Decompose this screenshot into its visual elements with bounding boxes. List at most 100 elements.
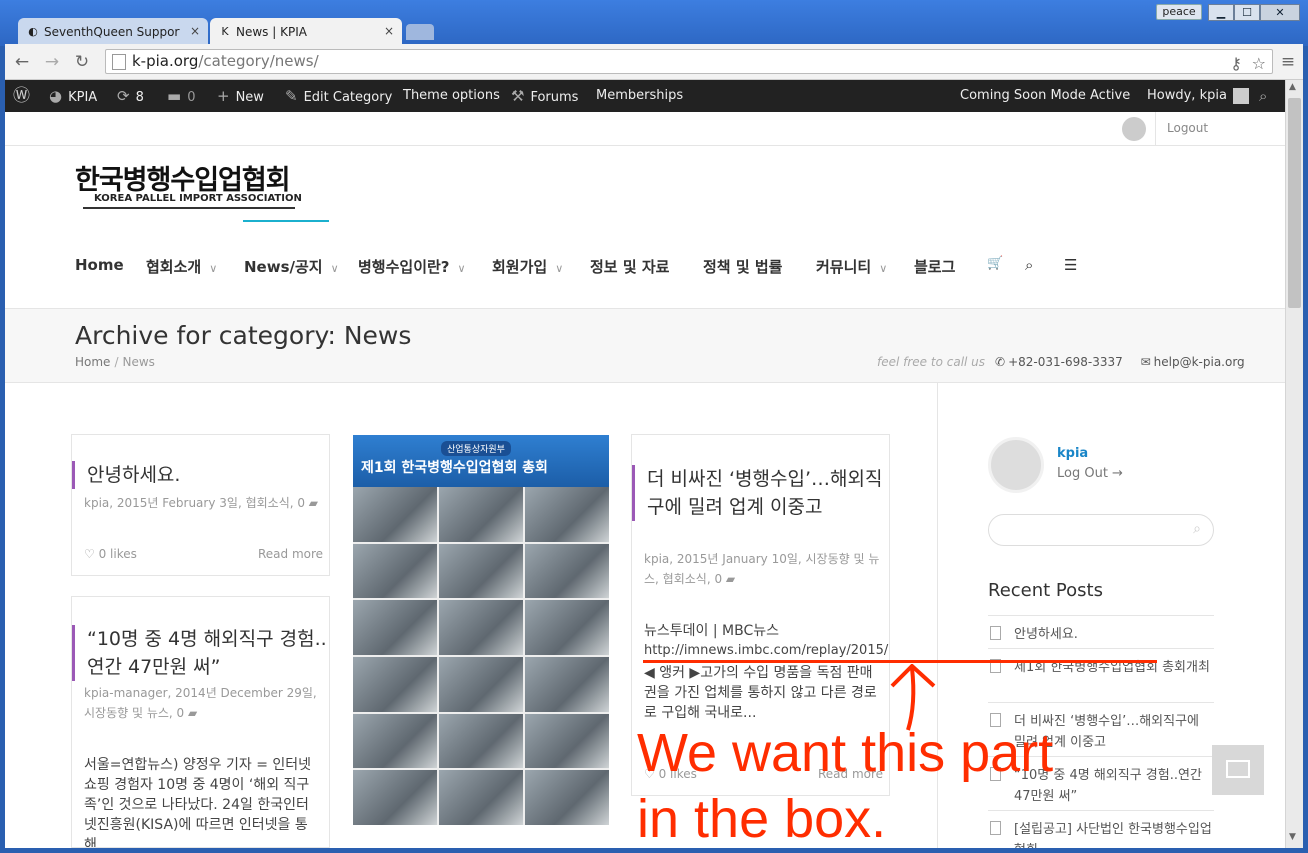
annotation-underline	[643, 660, 1157, 663]
post-title[interactable]: “10명 중 4명 해외직구 경험..연간 47만원 써”	[72, 625, 328, 681]
new-tab-button[interactable]	[406, 24, 434, 40]
email-link[interactable]: help@k-pia.org	[1154, 355, 1245, 369]
post-title[interactable]: 안녕하세요.	[72, 461, 180, 489]
menu-item-home[interactable]: Home	[75, 256, 124, 274]
mail-icon	[1226, 760, 1250, 778]
chevron-down-icon: ∨	[209, 262, 218, 275]
wordpress-logo-icon[interactable]: Ⓦ	[13, 80, 36, 112]
scroll-up-arrow-icon[interactable]: ▲	[1289, 82, 1296, 92]
key-icon[interactable]: ⚷	[1230, 52, 1242, 75]
close-tab-icon[interactable]: ×	[190, 18, 200, 44]
admin-theme-options-link[interactable]: Theme options	[403, 80, 500, 112]
menu-item-community[interactable]: 커뮤니티 ∨	[816, 256, 887, 277]
annotation-line-2: in the box.	[637, 789, 887, 849]
tab-title: News | KPIA	[236, 24, 307, 39]
comment-icon: ▬	[167, 87, 182, 105]
admin-site-link[interactable]: ◕ KPIA	[49, 80, 97, 112]
menu-item-parallel-import[interactable]: 병행수입이란? ∨	[358, 256, 466, 277]
menu-item-info[interactable]: 정보 및 자료	[590, 256, 669, 277]
post-card: “10명 중 4명 해외직구 경험..연간 47만원 써” kpia-manag…	[71, 596, 330, 848]
hamburger-menu-icon[interactable]: ☰	[1064, 256, 1077, 274]
dashboard-icon: ◕	[49, 87, 63, 105]
admin-forums-link[interactable]: ⚒ Forums	[511, 80, 578, 112]
close-window-button[interactable]: ✕	[1260, 4, 1300, 21]
maximize-button[interactable]: ☐	[1234, 4, 1260, 21]
mail-icon: ✉	[1140, 355, 1151, 369]
search-icon[interactable]: ⌕	[1025, 256, 1033, 274]
admin-edit-category-link[interactable]: ✎ Edit Category	[285, 80, 392, 112]
menu-item-news[interactable]: News/공지 ∨	[244, 256, 339, 277]
bookmark-star-icon[interactable]: ☆	[1252, 52, 1266, 75]
admin-new-link[interactable]: + New	[217, 80, 264, 112]
breadcrumb-home-link[interactable]: Home	[75, 355, 110, 369]
photo-banner: 산업통상자원부 제1회 한국병행수입업협회 총회	[353, 435, 609, 487]
recent-post-item[interactable]: 제1회 한국병행수입업협회 총회개최	[988, 648, 1214, 678]
browser-tab-news[interactable]: K News | KPIA ×	[210, 18, 402, 44]
photo-collage	[353, 487, 609, 825]
sidebar-username[interactable]: kpia	[1057, 446, 1088, 461]
pencil-icon: ✎	[285, 87, 298, 105]
annotation-text: We want this part in the box.	[637, 720, 1053, 852]
minimize-button[interactable]: ▁	[1208, 4, 1234, 21]
breadcrumb-current: News	[122, 355, 155, 369]
browser-menu-icon[interactable]: ≡	[1277, 51, 1299, 73]
breadcrumb: Home / News	[75, 355, 155, 369]
call-us-text: feel free to call us	[877, 355, 986, 369]
menu-item-join[interactable]: 회원가입 ∨	[492, 256, 563, 277]
avatar[interactable]	[1122, 117, 1146, 141]
admin-search-icon[interactable]: ⌕	[1259, 80, 1273, 112]
menu-item-blog[interactable]: 블로그	[914, 256, 955, 277]
archive-title-bar: Archive for category: News Home / News fee…	[5, 309, 1285, 383]
browser-toolbar: ← → ↻ k-pia.org/category/news/ ⚷ ☆ ≡	[5, 44, 1303, 80]
scroll-down-arrow-icon[interactable]: ▼	[1289, 832, 1296, 842]
search-icon[interactable]: ⌕	[1193, 521, 1201, 537]
logout-link[interactable]: Logout	[1167, 121, 1208, 135]
post-featured-image[interactable]: 산업통상자원부 제1회 한국병행수입업협회 총회	[353, 435, 609, 825]
divider	[1155, 112, 1156, 146]
cart-icon[interactable]: 🛒	[987, 256, 1003, 271]
seventhqueen-favicon-icon: ◐	[28, 24, 38, 38]
post-excerpt: ◀ 앵커 ▶고가의 수입 명품을 독점 판매권을 가진 업체를 통하지 않고 다…	[644, 665, 877, 721]
post-title[interactable]: 더 비싸진 ‘병행수입’…해외직구에 밀려 업계 이중고	[632, 465, 888, 521]
menu-item-policy[interactable]: 정책 및 법률	[703, 256, 782, 277]
reload-icon[interactable]: ↻	[71, 51, 93, 73]
photo-badge: 산업통상자원부	[441, 441, 511, 456]
admin-howdy-link[interactable]: Howdy, kpia	[1147, 80, 1249, 112]
url-domain: k-pia.org	[132, 52, 199, 70]
admin-coming-soon-link[interactable]: Coming Soon Mode Active	[960, 80, 1130, 112]
floating-contact-button[interactable]	[1212, 745, 1264, 795]
forward-arrow-icon[interactable]: →	[41, 51, 63, 73]
post-excerpt-link[interactable]: http://imnews.imbc.com/replay/2015/nwtod…	[644, 641, 889, 661]
page-icon	[112, 53, 126, 70]
active-menu-indicator	[243, 220, 329, 222]
admin-updates-link[interactable]: ⟳ 8	[117, 80, 144, 112]
wp-admin-bar: Ⓦ ◕ KPIA ⟳ 8 ▬ 0 + New ✎ Edit Category Theme …	[5, 80, 1285, 112]
avatar	[1232, 87, 1249, 104]
logo-underline	[83, 207, 295, 209]
address-bar[interactable]: k-pia.org/category/news/ ⚷ ☆	[105, 49, 1273, 74]
tab-title: SeventhQueen Support S	[44, 24, 180, 39]
back-arrow-icon[interactable]: ←	[11, 51, 33, 73]
photo-caption: 제1회 한국병행수입업협회 총회	[361, 460, 548, 476]
close-tab-icon[interactable]: ×	[384, 18, 394, 44]
sidebar-search-input[interactable]: ⌕	[988, 514, 1214, 546]
scroll-thumb[interactable]	[1288, 98, 1301, 308]
browser-tab-support[interactable]: ◐ SeventhQueen Support S ×	[18, 18, 208, 44]
recent-post-item[interactable]: 안녕하세요.	[988, 615, 1214, 645]
plus-icon: +	[217, 87, 230, 105]
recent-posts-heading: Recent Posts	[988, 580, 1103, 601]
site-logo-korean[interactable]: 한국병행수입업협회	[75, 158, 291, 197]
admin-memberships-link[interactable]: Memberships	[596, 80, 683, 112]
read-more-link[interactable]: Read more	[258, 547, 323, 561]
post-meta: kpia, 2015년 February 3일, 협회소식, 0 ▰	[84, 496, 319, 510]
page-scrollbar[interactable]: ▲ ▼	[1285, 80, 1303, 848]
breadcrumb-separator: /	[114, 355, 119, 369]
kpia-favicon-icon: K	[221, 24, 229, 38]
menu-item-about[interactable]: 협회소개 ∨	[146, 256, 217, 277]
like-button[interactable]: ♡ 0 likes	[84, 547, 137, 561]
sidebar-logout-link[interactable]: Log Out →	[1057, 466, 1123, 481]
url-path: /category/news/	[198, 52, 319, 70]
chevron-down-icon: ∨	[330, 262, 339, 275]
admin-comments-link[interactable]: ▬ 0	[167, 80, 195, 112]
post-card: 안녕하세요. kpia, 2015년 February 3일, 협회소식, 0 …	[71, 434, 330, 576]
